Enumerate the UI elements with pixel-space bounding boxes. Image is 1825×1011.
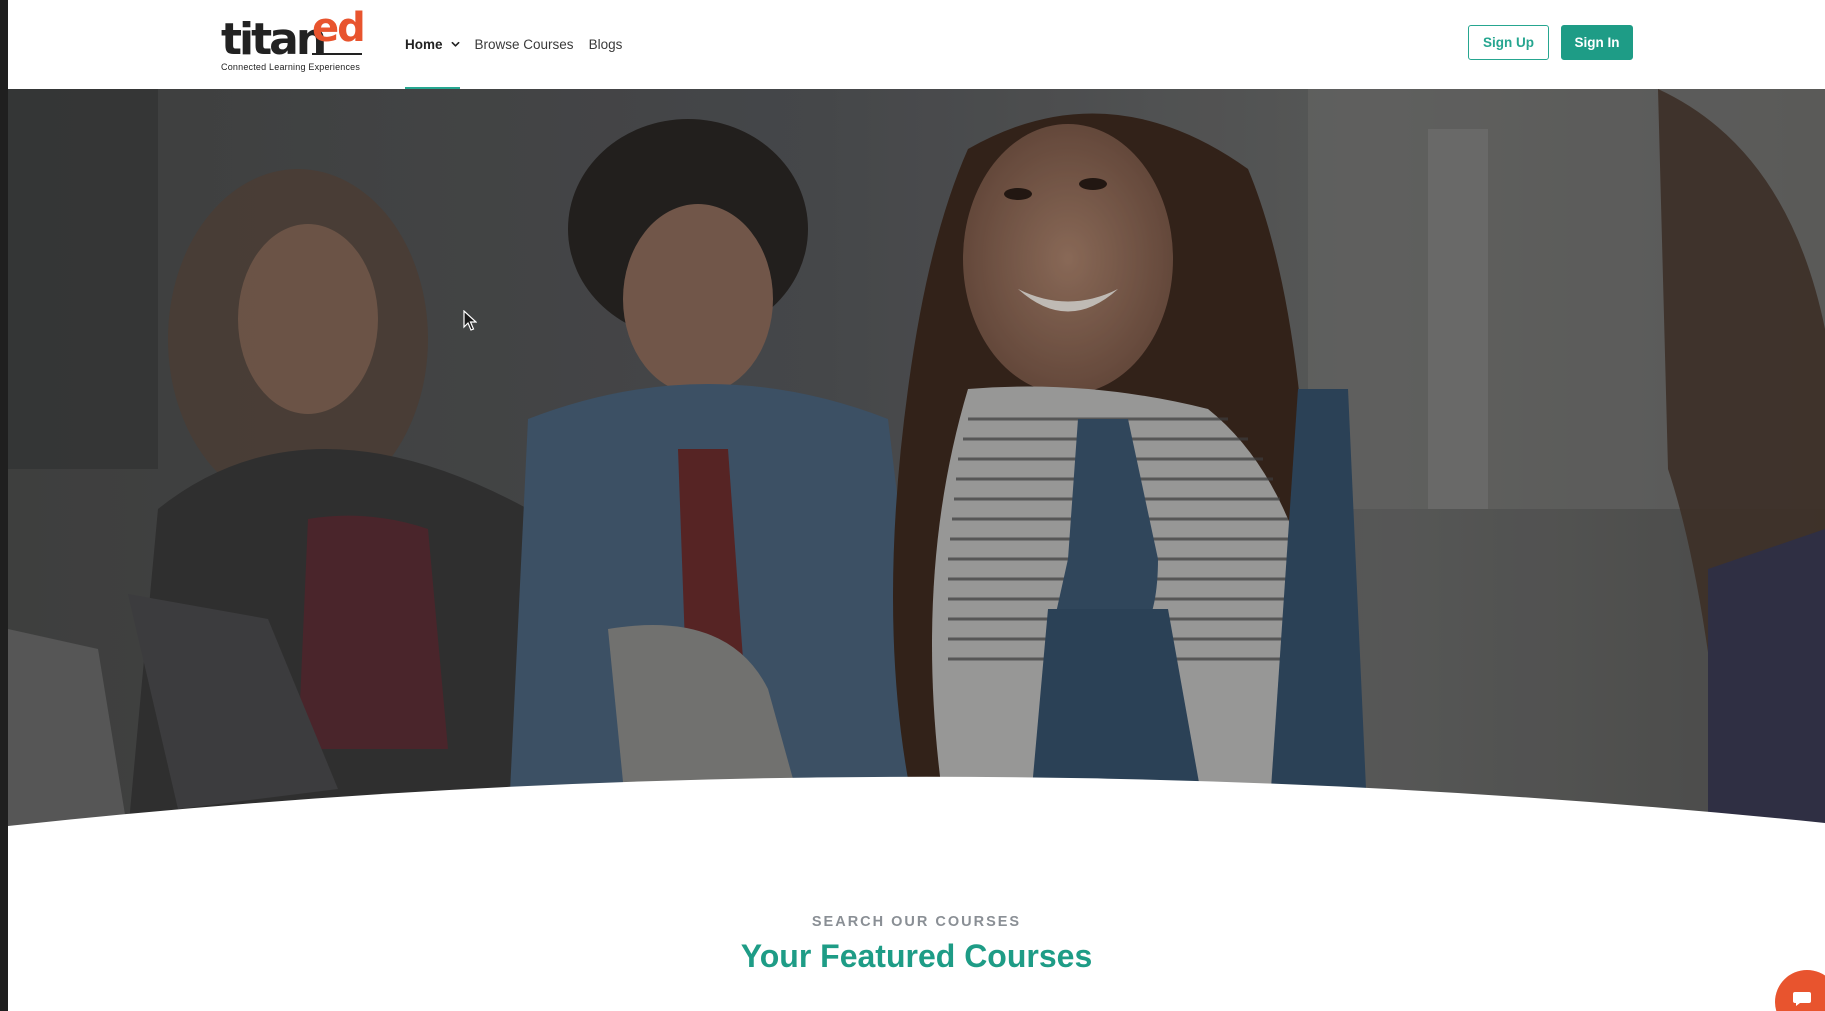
site-header: titan ed Connected Learning Experiences … [8,0,1825,89]
window-edge [0,0,8,1011]
mouse-cursor-icon [463,310,477,331]
chat-icon [1793,992,1811,1006]
featured-kicker: SEARCH OUR COURSES [811,914,1022,930]
sign-in-button[interactable]: Sign In [1561,25,1633,60]
hero-image [8,89,1825,833]
logo-text: titan [221,14,327,65]
nav-item-blogs[interactable]: Blogs [589,0,623,89]
featured-title: Your Featured Courses [740,938,1093,974]
logo-underline [312,53,362,55]
chevron-down-icon [451,41,459,47]
titaned-logo[interactable]: titan ed Connected Learning Experiences [221,5,371,76]
nav-item-label: Home [405,37,443,52]
page: titan ed Connected Learning Experiences … [0,0,1825,1011]
main-nav: Home Browse Courses Blogs [405,0,637,89]
nav-item-label: Blogs [588,37,623,52]
sign-up-button[interactable]: Sign Up [1468,25,1549,60]
hero-banner [8,89,1825,833]
nav-item-browse-courses[interactable]: Browse Courses [475,0,574,89]
logo-tagline: Connected Learning Experiences [221,62,361,72]
chat-button[interactable] [1775,970,1825,1011]
nav-item-home[interactable]: Home [405,0,460,89]
logo-accent-text: ed [312,5,366,51]
nav-item-label: Browse Courses [474,37,574,52]
